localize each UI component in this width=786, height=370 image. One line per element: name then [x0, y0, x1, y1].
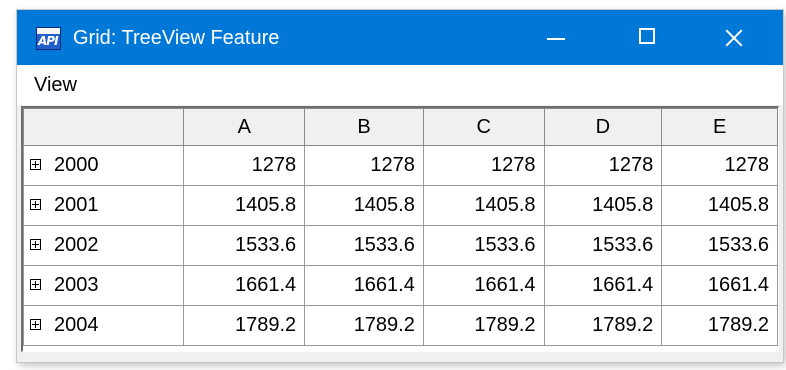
grid-cell-a[interactable]: 1278 [183, 145, 306, 186]
grid-cell-d[interactable]: 1405.8 [543, 185, 663, 226]
window-title: Grid: TreeView Feature [73, 27, 280, 49]
column-header-e[interactable]: E [661, 108, 778, 146]
grid-cell-e[interactable]: 1533.6 [661, 225, 778, 266]
app-icon-text: API [38, 34, 59, 48]
row-label: 2002 [54, 234, 99, 257]
row-header[interactable]: 2000 [22, 145, 185, 186]
header-row: A B C D E [22, 108, 778, 146]
grid-cell-c[interactable]: 1533.6 [422, 225, 545, 266]
table-row[interactable]: 2004 1789.2 1789.2 1789.2 1789.2 1789.2 [22, 305, 778, 346]
minimize-button[interactable] [511, 10, 601, 65]
row-label: 2004 [54, 314, 99, 337]
grid-cell-a[interactable]: 1661.4 [183, 265, 306, 306]
app-icon[interactable]: API [36, 27, 61, 50]
row-header[interactable]: 2004 [22, 305, 185, 346]
grid-cell-e[interactable]: 1278 [661, 145, 778, 186]
grid-cell-b[interactable]: 1278 [304, 145, 424, 186]
grid-cell-d[interactable]: 1533.6 [543, 225, 663, 266]
grid-cell-c[interactable]: 1661.4 [422, 265, 545, 306]
table-row[interactable]: 2002 1533.6 1533.6 1533.6 1533.6 1533.6 [22, 225, 778, 266]
grid-table: A B C D E 2000 1278 1278 1278 1278 1278 2001 14… [22, 108, 778, 346]
row-label: 2000 [54, 154, 99, 177]
menu-bar: View [17, 65, 783, 105]
row-label: 2001 [54, 194, 99, 217]
expand-plus-icon[interactable] [30, 238, 41, 250]
expand-plus-icon[interactable] [30, 278, 41, 290]
grid-cell-c[interactable]: 1789.2 [422, 305, 545, 346]
grid-cell-b[interactable]: 1789.2 [304, 305, 424, 346]
grid-cell-b[interactable]: 1533.6 [304, 225, 424, 266]
table-row[interactable]: 2001 1405.8 1405.8 1405.8 1405.8 1405.8 [22, 185, 778, 226]
title-bar[interactable]: API Grid: TreeView Feature [17, 10, 783, 65]
column-header-b[interactable]: B [304, 108, 424, 146]
grid-cell-b[interactable]: 1661.4 [304, 265, 424, 306]
row-label: 2003 [54, 274, 99, 297]
table-row[interactable]: 2003 1661.4 1661.4 1661.4 1661.4 1661.4 [22, 265, 778, 306]
grid-cell-c[interactable]: 1278 [422, 145, 545, 186]
grid-cell-d[interactable]: 1789.2 [543, 305, 663, 346]
maximize-icon [639, 28, 655, 44]
grid-cell-a[interactable]: 1405.8 [183, 185, 306, 226]
corner-cell[interactable] [22, 108, 185, 146]
column-header-d[interactable]: D [543, 108, 663, 146]
table-row[interactable]: 2000 1278 1278 1278 1278 1278 [22, 145, 778, 186]
minimize-icon [547, 38, 565, 40]
expand-plus-icon[interactable] [30, 198, 41, 210]
app-window: API Grid: TreeView Feature View A B C D … [17, 10, 783, 362]
grid-cell-b[interactable]: 1405.8 [304, 185, 424, 226]
column-header-c[interactable]: C [422, 108, 545, 146]
tree-grid[interactable]: A B C D E 2000 1278 1278 1278 1278 1278 2001 14… [21, 106, 779, 352]
grid-cell-a[interactable]: 1533.6 [183, 225, 306, 266]
row-header[interactable]: 2002 [22, 225, 185, 266]
row-header[interactable]: 2001 [22, 185, 185, 226]
grid-cell-e[interactable]: 1405.8 [661, 185, 778, 226]
menu-item-view[interactable]: View [17, 65, 94, 105]
maximize-button[interactable] [601, 10, 691, 65]
grid-cell-c[interactable]: 1405.8 [422, 185, 545, 226]
expand-plus-icon[interactable] [30, 318, 41, 330]
grid-cell-a[interactable]: 1789.2 [183, 305, 306, 346]
close-icon [724, 28, 744, 48]
expand-plus-icon[interactable] [30, 158, 41, 170]
grid-cell-d[interactable]: 1278 [543, 145, 663, 186]
column-header-a[interactable]: A [183, 108, 306, 146]
grid-cell-e[interactable]: 1789.2 [661, 305, 778, 346]
row-header[interactable]: 2003 [22, 265, 185, 306]
close-button[interactable] [691, 10, 781, 65]
grid-cell-e[interactable]: 1661.4 [661, 265, 778, 306]
grid-cell-d[interactable]: 1661.4 [543, 265, 663, 306]
